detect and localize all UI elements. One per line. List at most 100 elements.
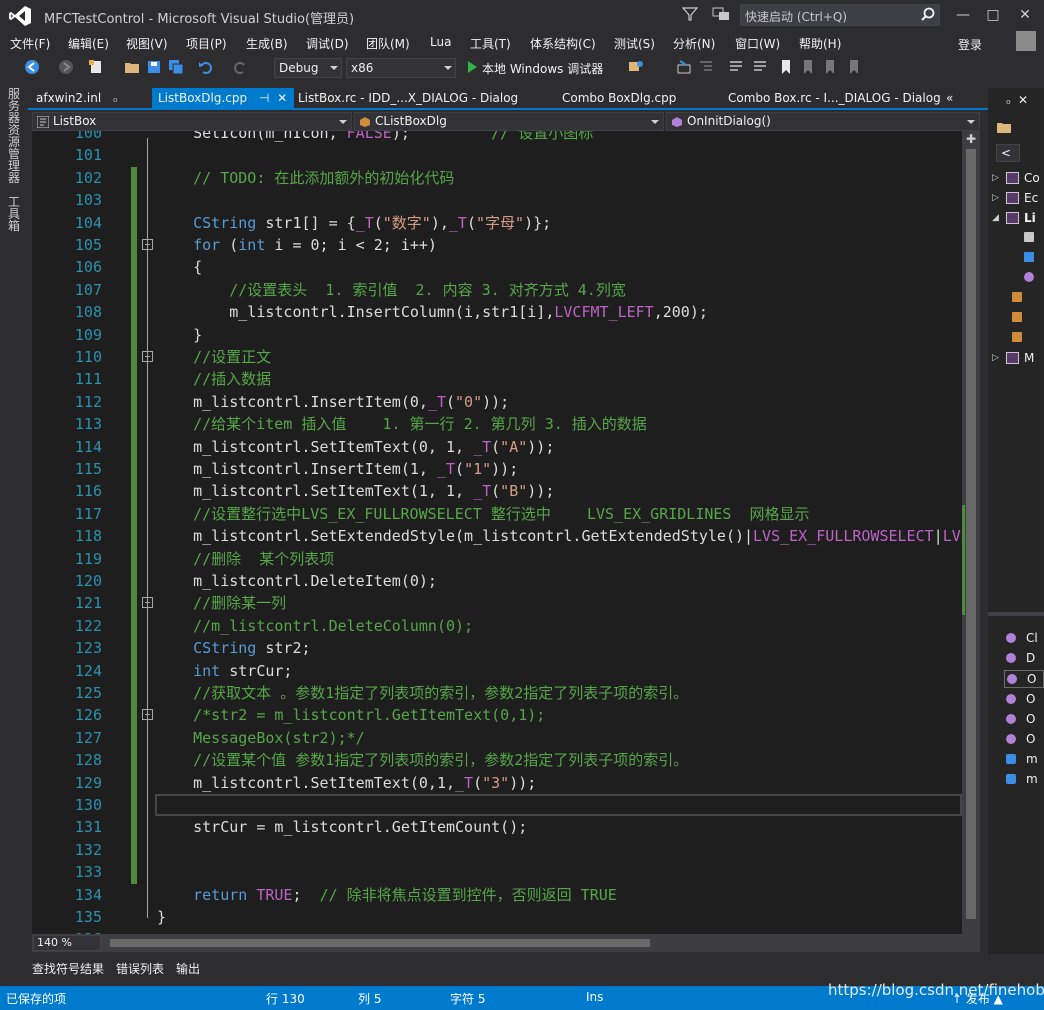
tree-item[interactable]: ▷ Ec: [992, 190, 1044, 206]
menu-tools[interactable]: 工具(T): [470, 35, 511, 52]
code-line[interactable]: 111 //插入数据: [32, 368, 962, 391]
code-line[interactable]: 115 m_listcontrl.InsertItem(1, _T("1"));: [32, 458, 962, 481]
code-line[interactable]: 135}: [32, 906, 962, 928]
code-line[interactable]: 123 CString str2;: [32, 637, 962, 660]
save-icon[interactable]: [146, 59, 162, 75]
new-project-icon[interactable]: [88, 59, 104, 75]
configuration-select[interactable]: Debug: [274, 58, 342, 78]
code-line[interactable]: 101: [32, 144, 962, 166]
project-select[interactable]: ListBox: [32, 112, 352, 131]
code-line[interactable]: 118 m_listcontrl.SetExtendedStyle(m_list…: [32, 525, 962, 548]
avatar[interactable]: [1016, 31, 1036, 51]
menu-edit[interactable]: 编辑(E): [68, 35, 109, 52]
code-line[interactable]: 121 //删除某一列: [32, 592, 962, 615]
tree-subitem-icon[interactable]: [1024, 252, 1034, 262]
minimize-button[interactable]: —: [948, 4, 978, 26]
code-line[interactable]: 131 strCur = m_listcontrl.GetItemCount()…: [32, 816, 962, 839]
code-line[interactable]: 130: [32, 794, 962, 817]
indent-icon[interactable]: [698, 59, 714, 75]
redo-icon[interactable]: [232, 59, 248, 75]
tree-item[interactable]: ◢ Li: [992, 210, 1044, 226]
open-folder-icon[interactable]: [124, 59, 140, 75]
panel-close-icon[interactable]: ✕: [1018, 93, 1028, 107]
code-line[interactable]: 110 //设置正文: [32, 346, 962, 369]
tree-subitem-icon[interactable]: [1024, 232, 1034, 242]
menu-help[interactable]: 帮助(H): [799, 35, 841, 52]
code-line[interactable]: 129 m_listcontrl.SetItemText(0,1,_T("3")…: [32, 771, 962, 794]
code-line[interactable]: 100 SetIcon(m_hIcon, FALSE); // 设置小图标: [32, 131, 962, 144]
menu-lua[interactable]: Lua: [430, 35, 451, 49]
tree-item[interactable]: ▷ M: [992, 350, 1044, 366]
save-all-icon[interactable]: [168, 59, 184, 75]
menu-build[interactable]: 生成(B): [246, 35, 288, 52]
member-item[interactable]: m: [1004, 751, 1044, 769]
zoom-select[interactable]: 140 %: [33, 935, 101, 951]
comment-icon[interactable]: [728, 59, 744, 75]
code-line[interactable]: 133: [32, 861, 962, 884]
code-line[interactable]: 132: [32, 838, 962, 862]
member-item[interactable]: Cl: [1004, 630, 1044, 648]
expand-arrow-icon[interactable]: ▷: [992, 353, 999, 363]
horizontal-scroll-thumb[interactable]: [110, 939, 650, 947]
code-line[interactable]: 109 }: [32, 323, 962, 346]
code-line[interactable]: 102 // TODO: 在此添加额外的初始化代码: [32, 166, 962, 190]
pin-icon[interactable]: ₒ: [113, 91, 118, 105]
folder-icon[interactable]: [996, 120, 1012, 134]
tree-subitem-icon[interactable]: [1024, 272, 1034, 282]
prev-bookmark-icon[interactable]: [800, 59, 816, 75]
code-line[interactable]: 106 {: [32, 256, 962, 279]
code-line[interactable]: 107 //设置表头 1. 索引值 2. 内容 3. 对齐方式 4.列宽: [32, 278, 962, 302]
code-line[interactable]: 108 m_listcontrl.InsertColumn(i,str1[i],…: [32, 301, 962, 324]
horizontal-scrollbar[interactable]: 140 %: [32, 934, 980, 952]
tab-comboboxdlg-cpp[interactable]: Combo BoxDlg.cpp: [556, 88, 682, 110]
code-line[interactable]: 126 /*str2 = m_listcontrl.GetItemText(0,…: [32, 704, 962, 727]
code-line[interactable]: 134 return TRUE; // 除非将焦点设置到控件，否则返回 TRUE: [32, 884, 962, 906]
menu-architecture[interactable]: 体系结构(C): [530, 35, 596, 52]
code-line[interactable]: 125 //获取文本 。参数1指定了列表项的索引，参数2指定了列表子项的索引。: [32, 682, 962, 705]
member-item[interactable]: O: [1004, 691, 1044, 709]
toolbox-tab[interactable]: 工具箱: [8, 196, 22, 232]
code-editor[interactable]: 100 SetIcon(m_hIcon, FALSE); // 设置小图标 101…: [32, 131, 962, 934]
code-line[interactable]: 105 for (int i = 0; i < 2; i++): [32, 234, 962, 257]
menu-debug[interactable]: 调试(D): [306, 35, 349, 52]
platform-select[interactable]: x86: [346, 58, 456, 78]
tree-subitem-icon[interactable]: [1012, 312, 1022, 322]
close-icon[interactable]: ✕: [277, 91, 287, 105]
panel-splitter[interactable]: [988, 612, 1044, 616]
step-icon[interactable]: [676, 59, 692, 75]
expand-arrow-icon[interactable]: ▷: [992, 173, 999, 183]
member-item[interactable]: O: [1004, 670, 1044, 689]
menu-file[interactable]: 文件(F): [10, 35, 50, 52]
member-item[interactable]: O: [1004, 711, 1044, 729]
panel-pin-icon[interactable]: ₒ: [1006, 93, 1011, 107]
feedback-icon[interactable]: [712, 6, 730, 22]
expanded-arrow-icon[interactable]: ◢: [992, 213, 999, 223]
code-line[interactable]: 112 m_listcontrl.InsertItem(0,_T("0"));: [32, 390, 962, 414]
menu-test[interactable]: 测试(S): [614, 35, 655, 52]
bookmark-icon[interactable]: [778, 59, 794, 75]
tab-listbox-rc[interactable]: ListBox.rc - IDD_...X_DIALOG - Dialog: [292, 88, 524, 110]
member-item[interactable]: D: [1004, 650, 1044, 668]
forward-icon[interactable]: [58, 59, 74, 75]
back-icon[interactable]: [24, 59, 40, 75]
member-item[interactable]: O: [1004, 731, 1044, 749]
clear-bookmarks-icon[interactable]: [846, 59, 862, 75]
expand-arrow-icon[interactable]: ▷: [992, 193, 999, 203]
code-line[interactable]: 117 //设置整行选中LVS_EX_FULLROWSELECT 整行选中 LV…: [32, 502, 962, 526]
code-line[interactable]: 113 //给某个item 插入值 1. 第一行 2. 第几列 3. 插入的数据: [32, 413, 962, 436]
filter-icon[interactable]: [682, 6, 698, 22]
tab-find-symbol-results[interactable]: 查找符号结果: [32, 960, 104, 977]
menu-project[interactable]: 项目(P): [186, 35, 227, 52]
tree-subitem-icon[interactable]: [1012, 292, 1022, 302]
code-line[interactable]: 104 CString str1[] = {_T("数字"),_T("字母")}…: [32, 211, 962, 234]
login-link[interactable]: 登录: [958, 36, 982, 53]
server-explorer-tab[interactable]: 服务器资源管理器: [8, 88, 22, 184]
split-editor-icon[interactable]: ✚: [963, 132, 979, 148]
code-line[interactable]: 120 m_listcontrl.DeleteItem(0);: [32, 570, 962, 593]
tab-listboxdlg-cpp[interactable]: ListBoxDlg.cpp ⊣ ✕: [152, 88, 294, 110]
undo-icon[interactable]: [198, 59, 214, 75]
attach-icon[interactable]: [628, 59, 644, 75]
code-line[interactable]: 127 MessageBox(str2);*/: [32, 726, 962, 750]
close-button[interactable]: ✕: [1010, 4, 1040, 26]
tab-error-list[interactable]: 错误列表: [116, 960, 164, 977]
